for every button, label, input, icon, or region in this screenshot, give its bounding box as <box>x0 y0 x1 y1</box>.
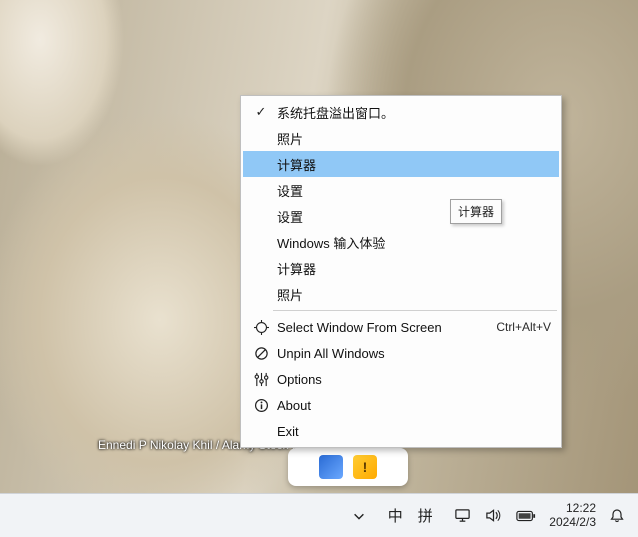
menu-item-label: Exit <box>273 424 551 439</box>
menu-item-label: 照片 <box>273 129 551 148</box>
chevron-down-icon <box>352 509 366 523</box>
check-icon <box>249 104 273 120</box>
no-entry-icon <box>249 346 273 361</box>
tray-app-icon[interactable] <box>319 455 343 479</box>
menu-item-label: Unpin All Windows <box>273 346 551 361</box>
menu-item-shortcut: Ctrl+Alt+V <box>486 320 551 334</box>
clock-time: 12:22 <box>566 502 596 515</box>
tray-battery-icon[interactable] <box>509 494 543 537</box>
menu-item-settings-2[interactable]: 设置 <box>243 203 559 229</box>
notifications-button[interactable] <box>602 494 632 537</box>
menu-item-label: Select Window From Screen <box>273 320 486 335</box>
menu-item-label: Windows 输入体验 <box>273 233 551 252</box>
target-icon <box>249 320 273 335</box>
battery-icon <box>516 509 536 523</box>
taskbar: 中 拼 12:22 2024/2/3 <box>0 493 638 537</box>
menu-item-exit[interactable]: Exit <box>243 418 559 444</box>
tray-warning-icon[interactable] <box>353 455 377 479</box>
info-icon <box>249 398 273 413</box>
menu-item-label: 计算器 <box>273 155 551 174</box>
tray-overflow-popup <box>288 448 408 486</box>
menu-item-photos[interactable]: 照片 <box>243 125 559 151</box>
menu-item-tray-overflow[interactable]: 系统托盘溢出窗口。 <box>243 99 559 125</box>
menu-item-label: 计算器 <box>273 259 551 278</box>
menu-item-photos-2[interactable]: 照片 <box>243 281 559 307</box>
menu-item-unpin-all[interactable]: Unpin All Windows <box>243 340 559 366</box>
monitor-icon <box>454 507 471 524</box>
speaker-icon <box>485 507 502 524</box>
menu-item-calculator-2[interactable]: 计算器 <box>243 255 559 281</box>
clock-date: 2024/2/3 <box>549 516 596 529</box>
menu-item-options[interactable]: Options <box>243 366 559 392</box>
sliders-icon <box>249 372 273 387</box>
menu-item-label: 设置 <box>273 207 551 226</box>
tray-volume-icon[interactable] <box>478 494 509 537</box>
context-menu: 系统托盘溢出窗口。 照片 计算器 设置 设置 Windows 输入体验 计算器 … <box>240 95 562 448</box>
bell-icon <box>609 508 625 524</box>
menu-item-settings[interactable]: 设置 <box>243 177 559 203</box>
menu-item-label: About <box>273 398 551 413</box>
ime-language[interactable]: 中 <box>380 505 410 526</box>
menu-item-calculator[interactable]: 计算器 <box>243 151 559 177</box>
menu-item-label: 设置 <box>273 181 551 200</box>
menu-item-about[interactable]: About <box>243 392 559 418</box>
tray-overflow-button[interactable] <box>345 494 373 537</box>
tooltip: 计算器 <box>450 199 502 224</box>
menu-item-windows-input[interactable]: Windows 输入体验 <box>243 229 559 255</box>
menu-item-label: 照片 <box>273 285 551 304</box>
menu-item-label: 系统托盘溢出窗口。 <box>273 103 551 122</box>
menu-item-select-window[interactable]: Select Window From Screen Ctrl+Alt+V <box>243 314 559 340</box>
ime-mode[interactable]: 拼 <box>410 505 440 526</box>
menu-separator <box>273 310 557 311</box>
taskbar-clock[interactable]: 12:22 2024/2/3 <box>543 494 602 537</box>
tray-monitor-icon[interactable] <box>447 494 478 537</box>
menu-item-label: Options <box>273 372 551 387</box>
